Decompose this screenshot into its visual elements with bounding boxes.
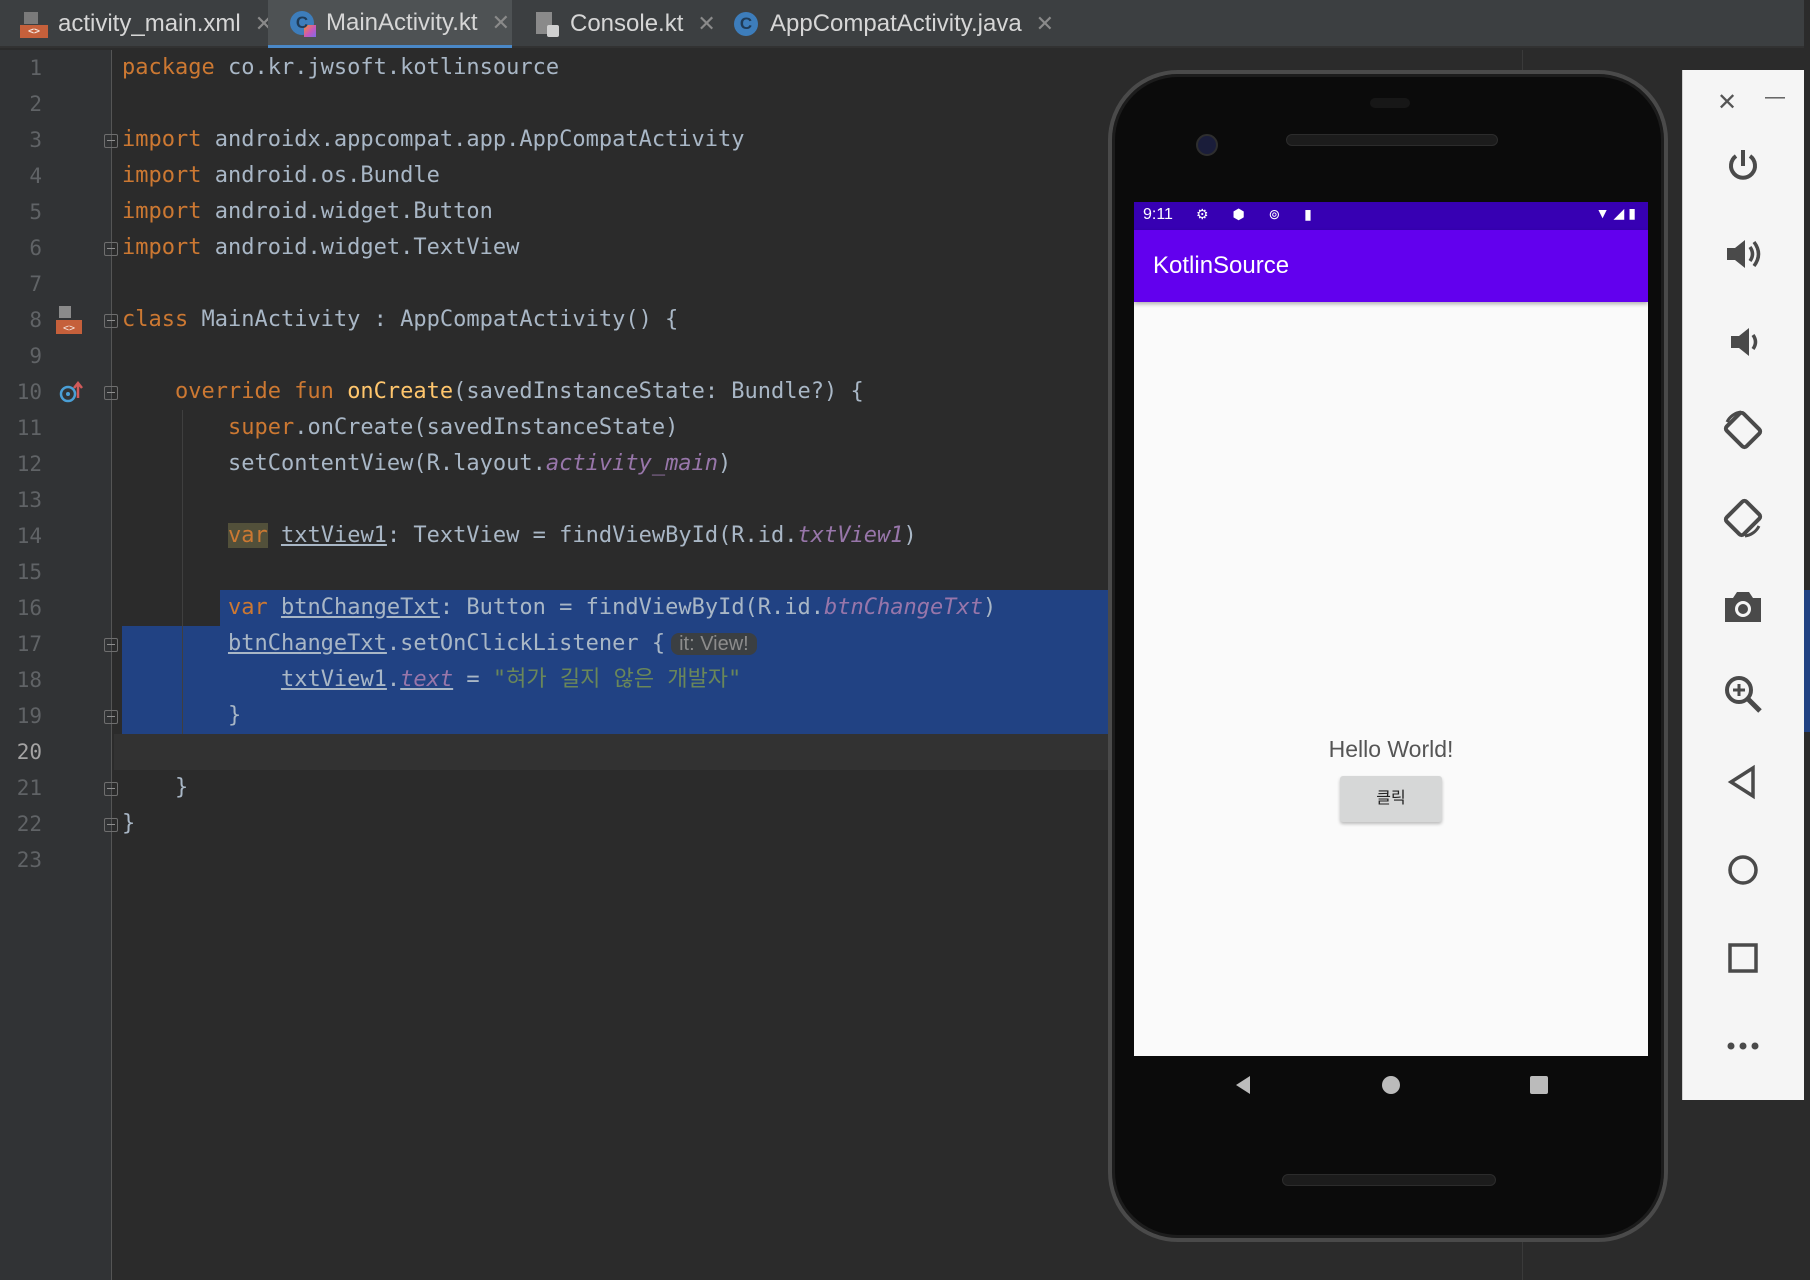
code-line[interactable]: import android.widget.TextView: [122, 230, 519, 266]
line-number: 11: [16, 416, 42, 440]
more-icon[interactable]: [1719, 1022, 1767, 1070]
line-number: 15: [16, 560, 42, 584]
code-line[interactable]: import androidx.appcompat.app.AppCompatA…: [122, 122, 745, 158]
parameter-hint: it: View!: [671, 633, 757, 655]
line-number: 18: [16, 668, 42, 692]
status-bar: 9:11 ⚙ ⬢ ⊚ ▮ ▼◢▮: [1134, 202, 1648, 230]
editor-tab-bar: activity_main.xml ✕ MainActivity.kt ✕ Co…: [0, 0, 1810, 48]
fold-marker[interactable]: [104, 386, 118, 400]
tab-console-kt[interactable]: Console.kt ✕: [512, 0, 716, 48]
code-line[interactable]: txtView1.text = "혀가 길지 않은 개발자": [122, 662, 741, 698]
fold-marker[interactable]: [104, 134, 118, 148]
back-icon[interactable]: [1719, 758, 1767, 806]
code-line[interactable]: }: [122, 770, 188, 806]
selection-highlight: [1804, 590, 1810, 732]
line-number: 3: [29, 128, 42, 152]
tab-label: AppCompatActivity.java: [770, 10, 1022, 37]
line-number: 1: [29, 56, 42, 80]
code-line[interactable]: var btnChangeTxt: Button = findViewById(…: [122, 590, 996, 626]
hello-text-view: Hello World!: [1328, 736, 1454, 762]
tab-appcompatactivity-java[interactable]: AppCompatActivity.java ✕: [712, 0, 1054, 48]
line-number: 21: [16, 776, 42, 800]
line-number: 5: [29, 200, 42, 224]
minimize-icon[interactable]: —: [1765, 86, 1785, 109]
status-time: 9:11: [1143, 206, 1173, 223]
recents-icon[interactable]: [1528, 1074, 1550, 1101]
line-number: 22: [16, 812, 42, 836]
line-number: 13: [16, 488, 42, 512]
back-icon[interactable]: [1232, 1074, 1254, 1101]
code-line[interactable]: override fun onCreate(savedInstanceState…: [122, 374, 864, 410]
tab-label: Console.kt: [570, 10, 684, 37]
line-number: 2: [29, 92, 42, 116]
rotate-right-icon[interactable]: [1719, 494, 1767, 542]
line-number: 19: [16, 704, 42, 728]
overview-icon[interactable]: [1719, 934, 1767, 982]
code-line[interactable]: var txtView1: TextView = findViewById(R.…: [122, 518, 917, 554]
fold-marker[interactable]: [104, 782, 118, 796]
volume-up-icon[interactable]: [1719, 230, 1767, 278]
tab-activity-main-xml[interactable]: activity_main.xml ✕: [0, 0, 273, 48]
front-camera: [1196, 134, 1218, 156]
app-toolbar: KotlinSource: [1134, 230, 1648, 302]
file-icon: [532, 10, 560, 38]
kotlin-class-icon: [288, 9, 316, 37]
tab-label: MainActivity.kt: [326, 8, 478, 36]
android-nav-bar: [1134, 1056, 1648, 1116]
fold-marker[interactable]: [104, 314, 118, 328]
line-number: 10: [16, 380, 42, 404]
close-icon[interactable]: ✕: [492, 10, 510, 36]
line-number: 20: [16, 740, 42, 764]
fold-marker[interactable]: [104, 638, 118, 652]
app-title: KotlinSource: [1153, 252, 1290, 279]
zoom-icon[interactable]: [1719, 670, 1767, 718]
change-text-button[interactable]: 클릭: [1340, 776, 1442, 822]
emulator-screen[interactable]: 9:11 ⚙ ⬢ ⊚ ▮ ▼◢▮ KotlinSource Hello Worl…: [1134, 202, 1648, 1056]
line-number: 14: [16, 524, 42, 548]
code-line[interactable]: super.onCreate(savedInstanceState): [122, 410, 678, 446]
rotate-left-icon[interactable]: [1719, 406, 1767, 454]
code-line[interactable]: import android.os.Bundle: [122, 158, 440, 194]
line-number: 12: [16, 452, 42, 476]
speaker-grille: [1286, 134, 1498, 146]
line-number: 16: [16, 596, 42, 620]
volume-down-icon[interactable]: [1719, 318, 1767, 366]
earpiece: [1370, 98, 1410, 108]
camera-icon[interactable]: [1719, 582, 1767, 630]
java-class-icon: [732, 10, 760, 38]
line-number: 23: [16, 848, 42, 872]
power-icon[interactable]: [1719, 142, 1767, 190]
home-icon[interactable]: [1719, 846, 1767, 894]
code-line[interactable]: }: [122, 806, 135, 842]
close-icon[interactable]: ✕: [1717, 88, 1737, 117]
line-number: 4: [29, 164, 42, 188]
tab-mainactivity-kt[interactable]: MainActivity.kt ✕: [268, 0, 512, 48]
close-icon[interactable]: ✕: [1036, 11, 1054, 37]
code-editor[interactable]: <> 1 package co.kr.jwsoft.kotlinsource 2…: [0, 50, 1523, 1280]
line-number: 6: [29, 236, 42, 260]
code-line[interactable]: btnChangeTxt.setOnClickListener {it: Vie…: [122, 626, 757, 662]
bottom-speaker: [1282, 1174, 1496, 1186]
fold-marker[interactable]: [104, 710, 118, 724]
signal-battery-icons: ▼◢▮: [1595, 205, 1640, 221]
line-number: 17: [16, 632, 42, 656]
emulator-side-toolbar: ✕ —: [1682, 70, 1804, 1100]
line-number: 7: [29, 272, 42, 296]
code-line[interactable]: package co.kr.jwsoft.kotlinsource: [122, 50, 559, 86]
fold-marker[interactable]: [104, 242, 118, 256]
code-line[interactable]: }: [122, 698, 241, 734]
fold-marker[interactable]: [104, 818, 118, 832]
code-line[interactable]: class MainActivity : AppCompatActivity()…: [122, 302, 678, 338]
line-number: 8: [29, 308, 42, 332]
xml-file-icon: [20, 10, 48, 38]
code-line[interactable]: setContentView(R.layout.activity_main): [122, 446, 731, 482]
tab-label: activity_main.xml: [58, 10, 241, 37]
code-line[interactable]: import android.widget.Button: [122, 194, 493, 230]
line-number: 9: [29, 344, 42, 368]
notification-icons: ⚙ ⬢ ⊚ ▮: [1196, 206, 1322, 222]
home-icon[interactable]: [1380, 1074, 1402, 1101]
